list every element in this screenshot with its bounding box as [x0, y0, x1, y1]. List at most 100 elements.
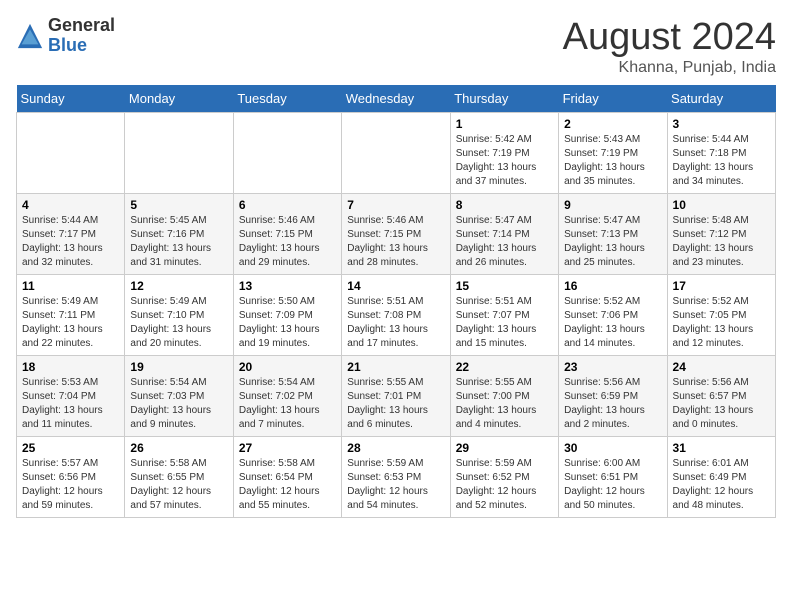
day-number: 21 — [347, 360, 444, 374]
cell-w5-d1: 26Sunrise: 5:58 AMSunset: 6:55 PMDayligh… — [125, 437, 233, 518]
cell-w3-d5: 16Sunrise: 5:52 AMSunset: 7:06 PMDayligh… — [559, 275, 667, 356]
cell-w5-d5: 30 Sunrise: 6:00 AMSunset: 6:51 PMDayligh… — [559, 437, 667, 518]
cell-w1-d4: 1 Sunrise: 5:42 AMSunset: 7:19 PMDaylight… — [450, 113, 558, 194]
week-row-1: 1 Sunrise: 5:42 AMSunset: 7:19 PMDaylight… — [17, 113, 776, 194]
header-tuesday: Tuesday — [233, 85, 341, 113]
day-info: Sunrise: 5:43 AMSunset: 7:19 PMDaylight:… — [564, 133, 661, 189]
week-row-5: 25 Sunrise: 5:57 AMSunset: 6:56 PMDayligh… — [17, 437, 776, 518]
calendar-table: Sunday Monday Tuesday Wednesday Thursday… — [16, 85, 776, 518]
cell-w2-d0: 4 Sunrise: 5:44 AMSunset: 7:17 PMDaylight… — [17, 194, 125, 275]
calendar-header: Sunday Monday Tuesday Wednesday Thursday… — [17, 85, 776, 113]
cell-w1-d2 — [233, 113, 341, 194]
cell-w4-d4: 22Sunrise: 5:55 AMSunset: 7:00 PMDayligh… — [450, 356, 558, 437]
day-number: 3 — [673, 117, 770, 131]
day-info: Sunrise: 5:47 AMSunset: 7:13 PMDaylight:… — [564, 214, 661, 270]
day-info: Sunrise: 5:56 AMSunset: 6:59 PMDaylight:… — [564, 376, 661, 432]
day-number: 12 — [130, 279, 227, 293]
weekday-header-row: Sunday Monday Tuesday Wednesday Thursday… — [17, 85, 776, 113]
day-number: 28 — [347, 441, 444, 455]
day-number: 17 — [673, 279, 770, 293]
day-info: Sunrise: 5:42 AMSunset: 7:19 PMDaylight:… — [456, 133, 553, 189]
cell-w5-d4: 29Sunrise: 5:59 AMSunset: 6:52 PMDayligh… — [450, 437, 558, 518]
cell-w2-d5: 9 Sunrise: 5:47 AMSunset: 7:13 PMDaylight… — [559, 194, 667, 275]
day-info: Sunrise: 5:51 AMSunset: 7:08 PMDaylight:… — [347, 295, 444, 351]
day-number: 16 — [564, 279, 661, 293]
day-number: 27 — [239, 441, 336, 455]
cell-w5-d3: 28 Sunrise: 5:59 AMSunset: 6:53 PMDayligh… — [342, 437, 450, 518]
cell-w2-d1: 5 Sunrise: 5:45 AMSunset: 7:16 PMDaylight… — [125, 194, 233, 275]
cell-w2-d4: 8Sunrise: 5:47 AMSunset: 7:14 PMDaylight… — [450, 194, 558, 275]
cell-w4-d5: 23 Sunrise: 5:56 AMSunset: 6:59 PMDayligh… — [559, 356, 667, 437]
day-info: Sunrise: 5:45 AMSunset: 7:16 PMDaylight:… — [130, 214, 227, 270]
cell-w3-d4: 15 Sunrise: 5:51 AMSunset: 7:07 PMDayligh… — [450, 275, 558, 356]
logo-text: General Blue — [48, 16, 115, 56]
day-info: Sunrise: 5:50 AMSunset: 7:09 PMDaylight:… — [239, 295, 336, 351]
day-info: Sunrise: 5:46 AMSunset: 7:15 PMDaylight:… — [239, 214, 336, 270]
cell-w2-d2: 6 Sunrise: 5:46 AMSunset: 7:15 PMDaylight… — [233, 194, 341, 275]
day-info: Sunrise: 5:57 AMSunset: 6:56 PMDaylight:… — [22, 457, 119, 513]
day-number: 11 — [22, 279, 119, 293]
day-number: 23 — [564, 360, 661, 374]
day-info: Sunrise: 5:59 AMSunset: 6:52 PMDaylight:… — [456, 457, 553, 513]
logo-blue: Blue — [48, 36, 115, 56]
day-info: Sunrise: 5:49 AMSunset: 7:10 PMDaylight:… — [130, 295, 227, 351]
day-number: 19 — [130, 360, 227, 374]
day-info: Sunrise: 5:44 AMSunset: 7:17 PMDaylight:… — [22, 214, 119, 270]
cell-w4-d1: 19 Sunrise: 5:54 AMSunset: 7:03 PMDayligh… — [125, 356, 233, 437]
day-info: Sunrise: 5:44 AMSunset: 7:18 PMDaylight:… — [673, 133, 770, 189]
header-thursday: Thursday — [450, 85, 558, 113]
cell-w4-d0: 18 Sunrise: 5:53 AMSunset: 7:04 PMDayligh… — [17, 356, 125, 437]
logo-icon — [16, 22, 44, 50]
cell-w2-d6: 10 Sunrise: 5:48 AMSunset: 7:12 PMDayligh… — [667, 194, 775, 275]
day-info: Sunrise: 5:56 AMSunset: 6:57 PMDaylight:… — [673, 376, 770, 432]
day-info: Sunrise: 5:54 AMSunset: 7:03 PMDaylight:… — [130, 376, 227, 432]
day-number: 10 — [673, 198, 770, 212]
day-info: Sunrise: 5:46 AMSunset: 7:15 PMDaylight:… — [347, 214, 444, 270]
day-info: Sunrise: 5:52 AMSunset: 7:05 PMDaylight:… — [673, 295, 770, 351]
day-number: 6 — [239, 198, 336, 212]
day-number: 26 — [130, 441, 227, 455]
cell-w4-d6: 24 Sunrise: 5:56 AMSunset: 6:57 PMDayligh… — [667, 356, 775, 437]
day-info: Sunrise: 5:47 AMSunset: 7:14 PMDaylight:… — [456, 214, 553, 270]
day-info: Sunrise: 5:48 AMSunset: 7:12 PMDaylight:… — [673, 214, 770, 270]
cell-w1-d5: 2 Sunrise: 5:43 AMSunset: 7:19 PMDaylight… — [559, 113, 667, 194]
day-number: 15 — [456, 279, 553, 293]
cell-w3-d6: 17 Sunrise: 5:52 AMSunset: 7:05 PMDayligh… — [667, 275, 775, 356]
day-info: Sunrise: 5:49 AMSunset: 7:11 PMDaylight:… — [22, 295, 119, 351]
cell-w1-d3 — [342, 113, 450, 194]
header-monday: Monday — [125, 85, 233, 113]
week-row-2: 4 Sunrise: 5:44 AMSunset: 7:17 PMDaylight… — [17, 194, 776, 275]
header-wednesday: Wednesday — [342, 85, 450, 113]
cell-w4-d2: 20Sunrise: 5:54 AMSunset: 7:02 PMDayligh… — [233, 356, 341, 437]
day-number: 1 — [456, 117, 553, 131]
day-info: Sunrise: 5:51 AMSunset: 7:07 PMDaylight:… — [456, 295, 553, 351]
header-friday: Friday — [559, 85, 667, 113]
header-sunday: Sunday — [17, 85, 125, 113]
day-number: 2 — [564, 117, 661, 131]
cell-w3-d3: 14 Sunrise: 5:51 AMSunset: 7:08 PMDayligh… — [342, 275, 450, 356]
calendar-body: 1 Sunrise: 5:42 AMSunset: 7:19 PMDaylight… — [17, 113, 776, 518]
day-number: 31 — [673, 441, 770, 455]
day-number: 14 — [347, 279, 444, 293]
cell-w5-d6: 31Sunrise: 6:01 AMSunset: 6:49 PMDayligh… — [667, 437, 775, 518]
cell-w3-d1: 12 Sunrise: 5:49 AMSunset: 7:10 PMDayligh… — [125, 275, 233, 356]
day-number: 9 — [564, 198, 661, 212]
day-info: Sunrise: 5:58 AMSunset: 6:54 PMDaylight:… — [239, 457, 336, 513]
day-info: Sunrise: 5:53 AMSunset: 7:04 PMDaylight:… — [22, 376, 119, 432]
day-number: 18 — [22, 360, 119, 374]
day-number: 25 — [22, 441, 119, 455]
cell-w5-d2: 27 Sunrise: 5:58 AMSunset: 6:54 PMDayligh… — [233, 437, 341, 518]
week-row-4: 18 Sunrise: 5:53 AMSunset: 7:04 PMDayligh… — [17, 356, 776, 437]
day-number: 22 — [456, 360, 553, 374]
day-number: 7 — [347, 198, 444, 212]
day-number: 5 — [130, 198, 227, 212]
day-info: Sunrise: 5:55 AMSunset: 7:01 PMDaylight:… — [347, 376, 444, 432]
cell-w2-d3: 7 Sunrise: 5:46 AMSunset: 7:15 PMDaylight… — [342, 194, 450, 275]
day-number: 4 — [22, 198, 119, 212]
day-number: 24 — [673, 360, 770, 374]
day-info: Sunrise: 5:59 AMSunset: 6:53 PMDaylight:… — [347, 457, 444, 513]
cell-w1-d1 — [125, 113, 233, 194]
day-number: 30 — [564, 441, 661, 455]
location-title: Khanna, Punjab, India — [563, 59, 776, 77]
day-info: Sunrise: 6:00 AMSunset: 6:51 PMDaylight:… — [564, 457, 661, 513]
